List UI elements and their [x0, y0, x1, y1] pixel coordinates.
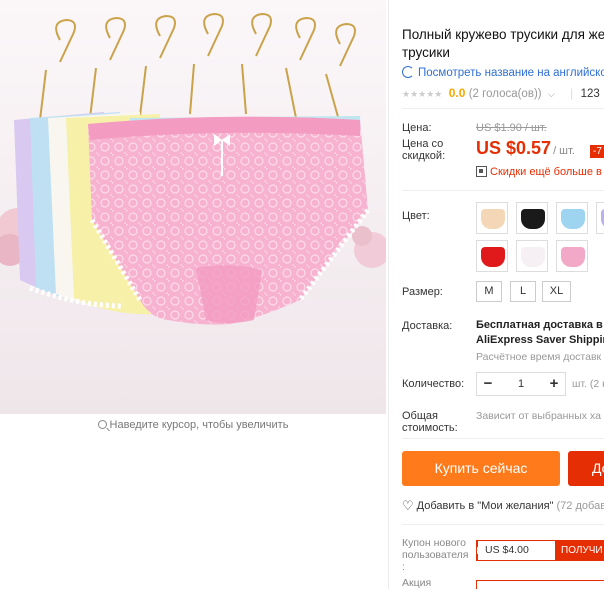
discount-price: US $0.57/ шт. — [476, 138, 575, 159]
add-to-wishlist-link[interactable]: ♡ Добавить в "Мои желания" (72 добав — [402, 498, 604, 514]
product-main-image[interactable] — [0, 0, 386, 414]
zoom-hint: Наведите курсор, чтобы увеличить — [0, 419, 386, 431]
total-note: Зависит от выбранных ха — [476, 410, 601, 422]
rating-stars-icon: ★★★★★ — [402, 89, 443, 99]
price-unit: / шт. — [553, 145, 575, 157]
size-label: Размер: — [402, 286, 443, 298]
rating-count[interactable]: (2 голоса(ов)) — [469, 88, 542, 100]
new-user-coupon: US $4.00 ПОЛУЧИ — [476, 540, 604, 561]
get-coupon-button[interactable]: ПОЛУЧИ — [555, 540, 604, 561]
product-title: Полный кружево трусики для женщин трусик… — [402, 27, 604, 60]
quantity-label: Количество: — [402, 378, 465, 390]
divider — [402, 108, 604, 109]
magnifier-icon — [97, 420, 107, 429]
color-swatch[interactable] — [556, 240, 588, 272]
promotion-box — [476, 580, 604, 589]
orders-count: 123 — [580, 88, 600, 100]
chevron-down-icon[interactable]: ⌵ — [548, 89, 555, 99]
wishlist-count: (72 добав — [556, 500, 604, 512]
column-divider — [388, 0, 389, 589]
divider — [402, 438, 604, 439]
buy-now-button[interactable]: Купить сейчас — [402, 451, 560, 486]
quantity-stepper: − 1 + — [476, 372, 566, 396]
quantity-increase-button[interactable]: + — [543, 373, 565, 395]
rating-row: ★★★★★ 0.0 (2 голоса(ов)) ⌵ | 123 — [402, 86, 600, 100]
original-price: US $1.90 / шт. — [476, 122, 547, 134]
shipping-label: Доставка: — [402, 320, 453, 332]
product-photo — [0, 0, 386, 414]
rating-value: 0.0 — [448, 86, 466, 100]
discount-price-value: US $0.57 — [476, 138, 552, 158]
size-option-xl[interactable]: XL — [542, 281, 571, 302]
quantity-unit-note: шт. (2 н — [572, 378, 604, 390]
discount-price-label: Цена со скидкой: — [402, 138, 446, 162]
color-label: Цвет: — [402, 210, 430, 222]
shipping-destination[interactable]: Бесплатная доставка в Р — [476, 319, 604, 331]
quantity-decrease-button[interactable]: − — [477, 373, 499, 395]
app-promo-text[interactable]: Скидки ещё больше в — [490, 166, 602, 178]
divider — [402, 524, 604, 525]
size-option-l[interactable]: L — [510, 281, 536, 302]
color-swatch[interactable] — [556, 202, 588, 234]
app-promo-link[interactable]: Скидки ещё больше в — [476, 166, 602, 178]
coupon-value: US $4.00 — [485, 544, 529, 556]
zoom-hint-text: Наведите курсор, чтобы увеличить — [109, 419, 289, 431]
color-swatch[interactable] — [516, 240, 548, 272]
quantity-input[interactable]: 1 — [499, 373, 543, 395]
shipping-method: AliExpress Saver Shipping — [476, 334, 604, 346]
translate-link-text[interactable]: Посмотреть название на английском — [418, 67, 604, 79]
orders-separator: | — [570, 86, 574, 100]
qr-code-icon — [476, 166, 487, 177]
wishlist-text[interactable]: Добавить в "Мои желания" — [417, 500, 554, 512]
add-to-cart-button[interactable]: До — [568, 451, 604, 486]
divider — [402, 190, 604, 191]
size-option-m[interactable]: M — [476, 281, 502, 302]
total-label: Общая стоимость: — [402, 410, 458, 434]
color-swatch[interactable] — [476, 202, 508, 234]
color-swatch[interactable] — [476, 240, 508, 272]
heart-icon: ♡ — [402, 498, 414, 513]
delivery-estimate: Расчётное время доставк — [476, 351, 602, 363]
translate-icon — [402, 66, 414, 78]
new-user-coupon-label: Купон нового пользователя : — [402, 537, 469, 573]
discount-badge: -7 — [590, 145, 604, 158]
price-label: Цена: — [402, 122, 432, 134]
color-swatch[interactable] — [596, 202, 604, 234]
translate-title-link[interactable]: Посмотреть название на английском — [402, 66, 604, 79]
color-swatch[interactable] — [516, 202, 548, 234]
product-info-panel: Полный кружево трусики для женщин трусик… — [402, 0, 604, 589]
promotion-label: Акция — [402, 577, 432, 589]
